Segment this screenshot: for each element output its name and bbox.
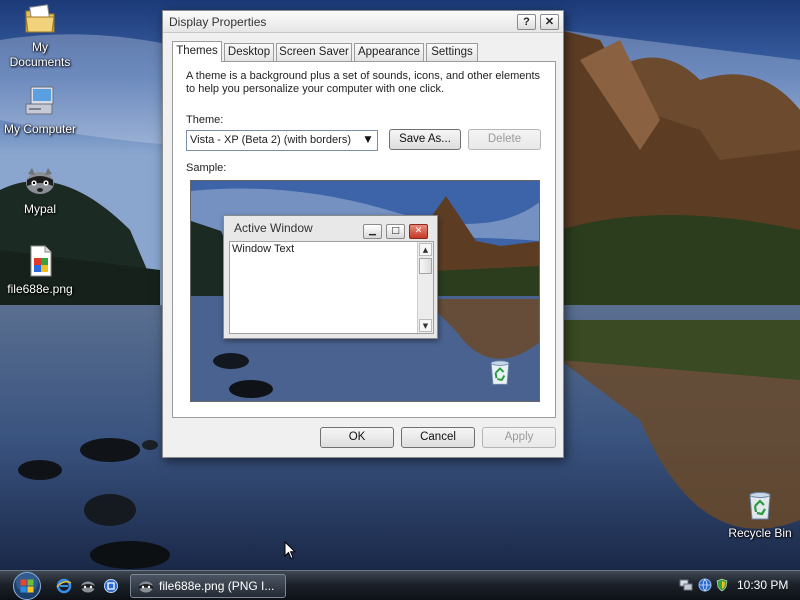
help-button[interactable]: ? [517,14,536,30]
theme-sample-preview: Active Window ▁ □ ✕ Window Text ▲ ▼ [190,180,540,402]
tab-desktop[interactable]: Desktop [224,43,274,61]
ok-button[interactable]: OK [320,427,394,448]
desktop-icon-recycle-bin[interactable]: Recycle Bin [720,488,800,541]
delete-button[interactable]: Delete [468,129,541,150]
maximize-icon: □ [386,224,405,239]
taskbar: file688e.png (PNG I... 10:30 PM [0,570,800,600]
preview-window-title: Active Window [234,221,313,235]
tab-themes[interactable]: Themes [172,41,222,62]
preview-window-text: Window Text [232,243,295,255]
security-shield-icon[interactable] [715,578,729,592]
theme-description: A theme is a background plus a set of so… [186,70,541,95]
preview-active-window: Active Window ▁ □ ✕ Window Text ▲ ▼ [223,215,438,339]
desktop-icon-label: Documents [9,55,71,69]
scroll-up-icon: ▲ [419,243,432,256]
desktop-icon-my-documents[interactable]: My Documents [0,2,80,70]
close-icon: ✕ [409,224,428,239]
desktop-icon-label: Recycle Bin [728,526,792,540]
theme-select[interactable]: Vista - XP (Beta 2) (with borders) ▼ [186,130,378,151]
minimize-icon: ▁ [363,224,382,239]
chevron-down-icon: ▼ [364,135,372,145]
internet-explorer-icon[interactable] [56,578,72,594]
cancel-button[interactable]: Cancel [401,427,475,448]
desktop-icon-label: My [32,40,48,54]
desktop-icon-label: My Computer [3,122,77,136]
raccoon-browser-icon [26,168,54,194]
display-properties-dialog: Display Properties ? ✕ Themes Desktop Sc… [162,10,564,458]
theme-select-value: Vista - XP (Beta 2) (with borders) [190,134,351,146]
dialog-titlebar[interactable]: Display Properties ? ✕ [163,11,563,33]
taskbar-button-label: file688e.png (PNG I... [159,579,275,593]
tab-appearance[interactable]: Appearance [354,43,424,61]
system-clock[interactable]: 10:30 PM [737,578,788,592]
png-file-icon [30,245,52,277]
taskbar-button-file688e[interactable]: file688e.png (PNG I... [130,574,286,598]
mouse-cursor-icon [284,541,296,560]
save-as-button[interactable]: Save As... [389,129,461,150]
network-icon[interactable] [679,578,693,592]
recycle-bin-icon [490,360,510,385]
dialog-title: Display Properties [169,15,267,29]
apply-button[interactable]: Apply [482,427,556,448]
computer-icon [25,86,54,115]
tab-settings[interactable]: Settings [426,43,478,61]
themes-panel: A theme is a background plus a set of so… [172,61,556,418]
desktop-icon-label: Mypal [23,202,56,216]
desktop-icon-mypal[interactable]: Mypal [0,164,80,217]
globe-icon[interactable] [698,578,712,592]
close-button[interactable]: ✕ [540,14,559,30]
desktop-icon-my-computer[interactable]: My Computer [0,84,80,137]
raccoon-browser-icon[interactable] [80,578,96,594]
tab-screen-saver[interactable]: Screen Saver [276,43,352,61]
recycle-bin-icon [749,492,771,520]
folder-documents-icon [25,4,55,33]
scroll-thumb [419,258,432,274]
preview-window-client: Window Text ▲ ▼ [229,241,434,334]
raccoon-browser-icon [139,581,153,593]
start-button[interactable] [8,571,46,600]
scroll-down-icon: ▼ [419,319,432,332]
preview-scrollbar: ▲ ▼ [417,242,433,333]
desktop-icon-label: file688e.png [7,282,73,296]
show-desktop-icon[interactable] [103,578,119,594]
theme-label: Theme: [186,114,224,126]
sample-label: Sample: [186,162,227,174]
desktop-icon-file688e-png[interactable]: file688e.png [0,244,80,297]
